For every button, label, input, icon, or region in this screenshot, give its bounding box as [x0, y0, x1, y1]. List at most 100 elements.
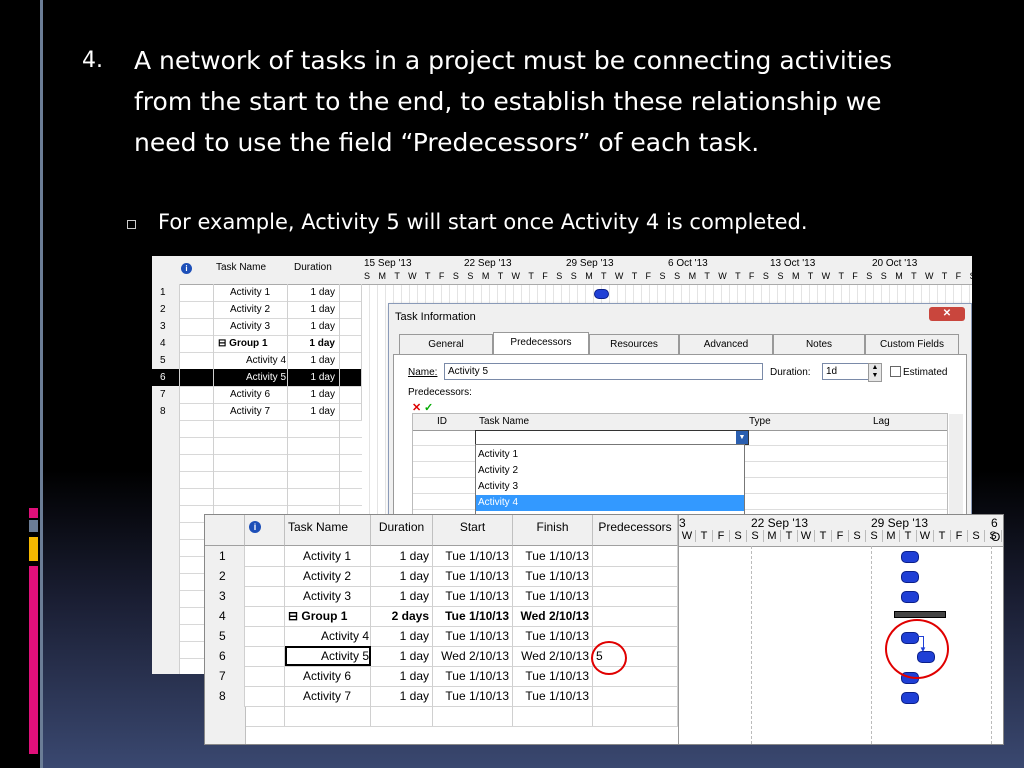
front-header-info: i	[245, 515, 285, 546]
dropdown-option[interactable]: Activity 2	[476, 463, 746, 478]
back-table-row[interactable]: 3 Activity 31 day	[152, 318, 362, 336]
front-row-predecessors[interactable]	[593, 686, 678, 706]
collapse-icon[interactable]: ⊟	[288, 609, 298, 623]
front-row-start: Tue 1/10/13	[433, 606, 513, 626]
back-row-extra	[340, 335, 362, 352]
grid-header: ID Task Name Type Lag	[413, 414, 947, 431]
task-name-dropdown[interactable]: ▼	[475, 430, 749, 445]
summary-bar-group-1[interactable]	[894, 611, 946, 618]
main-paragraph: A network of tasks in a project must be …	[134, 46, 893, 157]
sub-bullet-text: For example, Activity 5 will start once …	[158, 210, 808, 234]
tab-general[interactable]: General	[399, 334, 493, 355]
front-table-row[interactable]: 1 Activity 11 day Tue 1/10/13 Tue 1/10/13	[205, 546, 678, 567]
day-letter: M	[883, 530, 900, 542]
gantt-bar-activity-3[interactable]	[901, 591, 919, 603]
duration-spinner[interactable]: ▲ ▼	[868, 363, 882, 382]
back-table-row[interactable]: 7 Activity 61 day	[152, 386, 362, 404]
front-row-start: Tue 1/10/13	[433, 566, 513, 586]
back-row-indicator	[180, 284, 214, 301]
gantt-bar-activity-1[interactable]	[901, 551, 919, 563]
front-table-row[interactable]: 2 Activity 21 day Tue 1/10/13 Tue 1/10/13	[205, 566, 678, 587]
front-row-duration: 1 day	[371, 666, 433, 686]
back-row-task-name: Activity 2	[214, 301, 288, 318]
back-empty-row	[152, 454, 362, 472]
front-row-id: 8	[205, 686, 245, 706]
back-empty-row	[152, 420, 362, 438]
front-row-duration: 1 day	[371, 686, 433, 706]
front-row-finish: Wed 2/10/13	[513, 606, 593, 626]
back-table-row[interactable]: 8 Activity 71 day	[152, 403, 362, 421]
back-table-row[interactable]: 1 Activity 11 day	[152, 284, 362, 302]
back-week-6: 20 Oct '13	[872, 258, 918, 269]
close-button[interactable]: ✕	[929, 307, 965, 321]
front-table-row[interactable]: 8 Activity 71 day Tue 1/10/13 Tue 1/10/13	[205, 686, 678, 707]
day-letter: M	[764, 530, 781, 542]
back-table-row[interactable]: 6 Activity 51 day	[152, 369, 362, 387]
gantt-bar-activity-2[interactable]	[901, 571, 919, 583]
front-table-row[interactable]: 4 ⊟ Group 12 days Tue 1/10/13 Wed 2/10/13	[205, 606, 678, 627]
back-row-task-name: Activity 1	[214, 284, 288, 301]
front-header-task-name: Task Name	[285, 515, 371, 546]
back-header-duration: Duration	[294, 262, 332, 273]
front-row-predecessors[interactable]	[593, 546, 678, 566]
tab-resources[interactable]: Resources	[589, 334, 679, 355]
back-row-id: 7	[152, 386, 180, 403]
day-letter: S	[968, 530, 985, 542]
estimated-label: Estimated	[903, 367, 948, 378]
duration-label: Duration:	[770, 367, 811, 378]
front-row-id: 7	[205, 666, 245, 686]
front-id-column-fill	[205, 707, 246, 744]
name-input[interactable]: Activity 5	[444, 363, 763, 380]
front-header-duration: Duration	[371, 515, 433, 546]
back-week-5: 13 Oct '13	[770, 258, 816, 269]
back-table-row[interactable]: 4 ⊟ Group 11 day	[152, 335, 362, 353]
front-row-finish: Tue 1/10/13	[513, 686, 593, 706]
front-row-indicator	[245, 586, 285, 606]
back-week-2: 22 Sep '13	[464, 258, 512, 269]
back-table-header: i Task Name Duration	[152, 256, 362, 285]
day-letter: F	[713, 530, 730, 542]
front-row-predecessors[interactable]	[593, 586, 678, 606]
grid-header-lag: Lag	[873, 416, 890, 427]
collapse-icon[interactable]: ⊟	[218, 338, 226, 349]
name-label: Name:	[408, 367, 438, 378]
duration-input[interactable]: 1d	[822, 363, 871, 380]
week-divider	[871, 546, 873, 744]
back-row-indicator	[180, 335, 214, 352]
predecessors-label: Predecessors:	[408, 387, 472, 398]
back-table-row[interactable]: 2 Activity 21 day	[152, 301, 362, 319]
day-letter: T	[900, 530, 917, 542]
back-empty-row	[152, 488, 362, 506]
dropdown-arrow-icon[interactable]: ▼	[736, 431, 748, 444]
front-row-task-name: Activity 3	[285, 586, 371, 606]
tab-custom-fields[interactable]: Custom Fields	[865, 334, 959, 355]
dialog-title: Task Information	[395, 311, 476, 323]
front-gantt-area: 3 22 Sep '13 29 Sep '13 6 O WTFSSMTWTFSS…	[678, 515, 1003, 744]
day-letter: T	[815, 530, 832, 542]
back-table-row[interactable]: 5 Activity 41 day	[152, 352, 362, 370]
front-table-row[interactable]: 3 Activity 31 day Tue 1/10/13 Tue 1/10/13	[205, 586, 678, 607]
estimated-checkbox[interactable]	[890, 366, 901, 377]
gantt-bar-activity-7[interactable]	[901, 692, 919, 704]
front-row-predecessors[interactable]	[593, 606, 678, 626]
day-letter: W	[917, 530, 934, 542]
dropdown-option-selected[interactable]: Activity 4	[476, 495, 744, 511]
front-project-screenshot: i Task Name Duration Start Finish Predec…	[204, 514, 1004, 745]
back-row-task-name: Activity 3	[214, 318, 288, 335]
back-row-task-name: Activity 7	[214, 403, 288, 420]
day-letter: S	[730, 530, 747, 542]
front-row-indicator	[245, 646, 285, 666]
front-row-indicator	[245, 626, 285, 646]
front-row-duration: 2 days	[371, 606, 433, 626]
front-row-id: 4	[205, 606, 245, 626]
tab-advanced[interactable]: Advanced	[679, 334, 773, 355]
front-row-id: 2	[205, 566, 245, 586]
front-row-predecessors[interactable]	[593, 566, 678, 586]
front-row-duration: 1 day	[371, 566, 433, 586]
dropdown-option[interactable]: Activity 1	[476, 447, 746, 462]
dropdown-option[interactable]: Activity 3	[476, 479, 746, 494]
back-row-id: 2	[152, 301, 180, 318]
tab-predecessors[interactable]: Predecessors	[493, 332, 589, 355]
front-row-task-name: Activity 7	[285, 686, 371, 706]
tab-notes[interactable]: Notes	[773, 334, 865, 355]
